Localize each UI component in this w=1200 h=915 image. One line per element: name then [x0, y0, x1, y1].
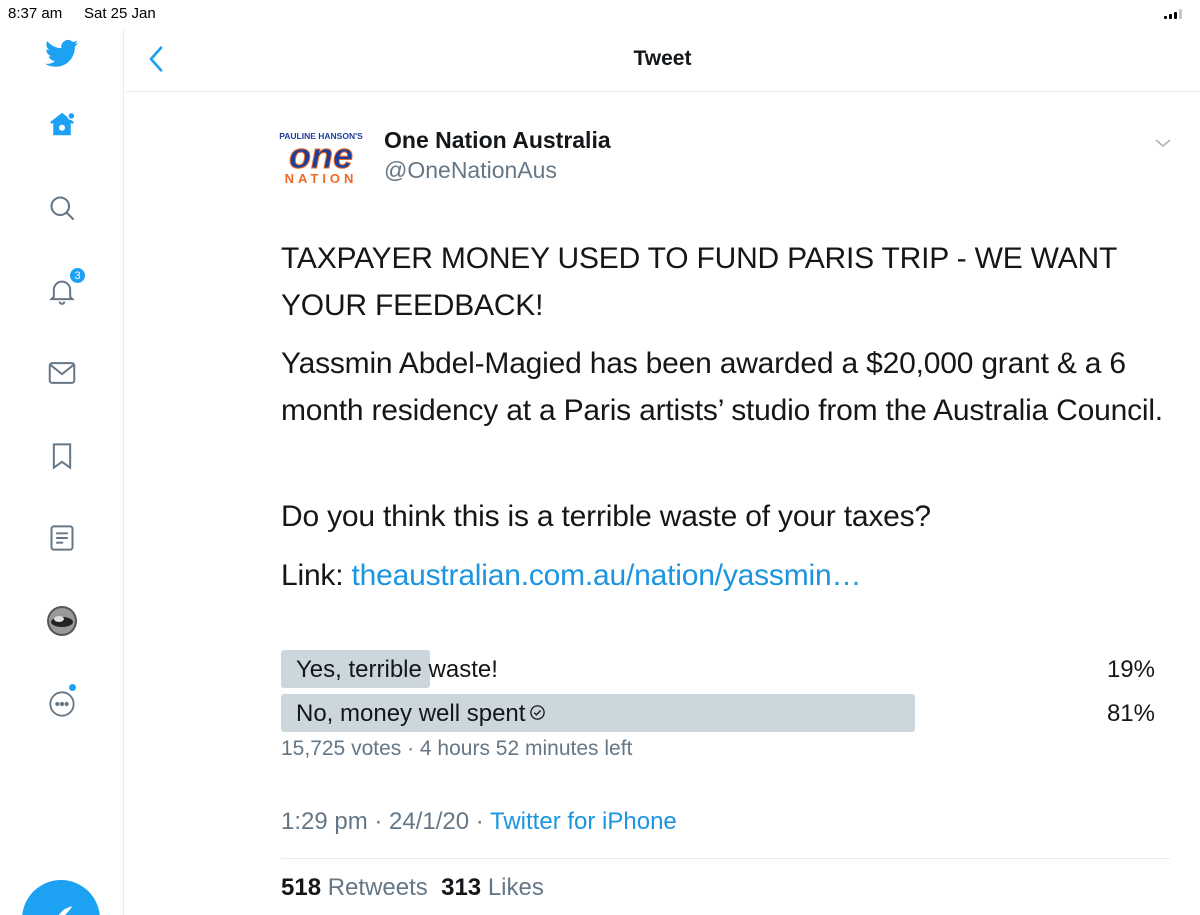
poll-option-percent: 19% [1106, 656, 1155, 683]
poll-option-label: Yes, terrible waste! [296, 656, 498, 683]
check-circle-icon [530, 705, 546, 720]
likes-stat[interactable]: 313 Likes [441, 874, 544, 901]
page-title: Tweet [633, 47, 692, 70]
poll-option-percent: 81% [1106, 700, 1155, 727]
retweets-stat[interactable]: 518 Retweets [281, 874, 428, 901]
author-avatar[interactable]: PAULINE HANSON'S one NATION [273, 127, 369, 189]
tweet-paragraph: TAXPAYER MONEY USED TO FUND PARIS TRIP -… [281, 242, 1117, 322]
tweet-options-button[interactable] [1153, 136, 1173, 150]
more-notification-dot [68, 683, 77, 692]
link-prefix: Link: [281, 559, 344, 592]
compose-tweet-icon [58, 906, 73, 915]
status-time: 8:37 am [8, 5, 63, 22]
poll-option: No, money well spent 81% [281, 694, 1161, 732]
top-bar: Tweet [125, 28, 1200, 92]
twitter-logo-icon[interactable] [44, 36, 80, 72]
logo-bottom-text: NATION [285, 171, 358, 186]
search-icon[interactable] [44, 190, 80, 226]
logo-main-text: one [289, 135, 353, 176]
tweet-link-paragraph: Link: theaustralian.com.au/nation/yassmi… [281, 552, 1171, 599]
tweet-timestamp: 1:29 pm · 24/1/20 · Twitter for iPhone [281, 808, 677, 835]
status-date: Sat 25 Jan [84, 5, 156, 22]
tweet-source-link[interactable]: Twitter for iPhone [490, 808, 677, 835]
signal-strength-icon [1164, 9, 1186, 19]
tweet-paragraph: Do you think this is a terrible waste of… [281, 500, 931, 533]
poll-meta: 15,725 votes · 4 hours 52 minutes left [281, 737, 633, 760]
messages-icon[interactable] [44, 355, 80, 391]
author-name[interactable]: One Nation Australia [384, 127, 611, 154]
divider [281, 858, 1170, 859]
chevron-down-icon [1155, 139, 1171, 148]
compose-tweet-button[interactable] [22, 880, 100, 915]
article-link[interactable]: theaustralian.com.au/nation/yassmin… [352, 559, 862, 592]
home-icon[interactable] [44, 106, 80, 142]
notification-badge: 3 [68, 266, 87, 285]
tweet-paragraph: Yassmin Abdel-Magied has been awarded a … [281, 347, 1163, 427]
lists-icon[interactable] [44, 520, 80, 556]
status-bar: 8:37 am Sat 25 Jan [0, 0, 1200, 28]
tweet-stats: 518 Retweets 313 Likes [281, 874, 544, 902]
poll-option-label: No, money well spent [296, 700, 546, 728]
poll-option: Yes, terrible waste! 19% [281, 650, 1161, 688]
profile-avatar[interactable] [44, 603, 80, 639]
bookmarks-icon[interactable] [44, 438, 80, 474]
author-handle[interactable]: @OneNationAus [384, 157, 557, 184]
sidebar-nav: 3 [0, 28, 124, 915]
